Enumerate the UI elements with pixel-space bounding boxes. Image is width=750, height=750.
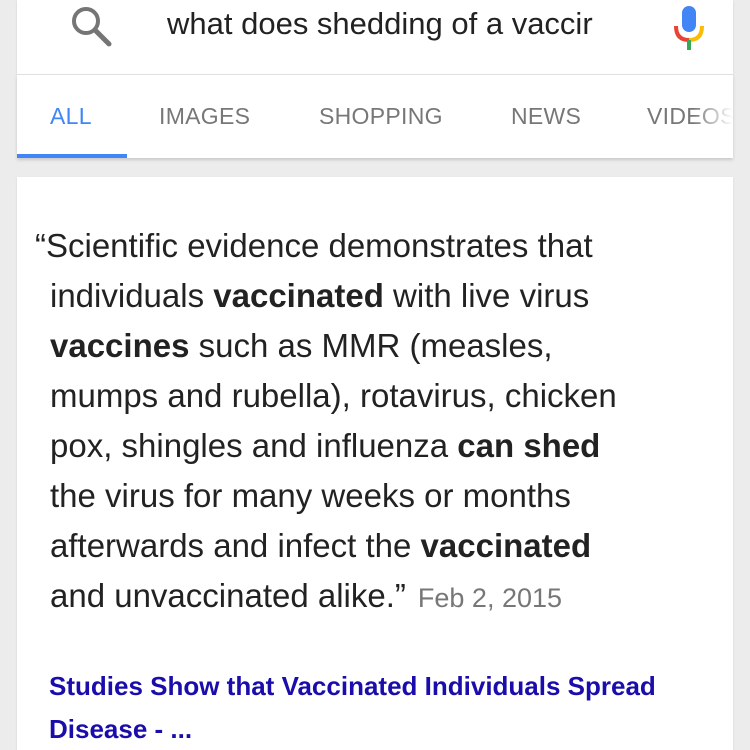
snippet-text: with live virus	[383, 277, 590, 314]
snippet-text: afterwards and infect the	[50, 527, 421, 564]
snippet-text: and unvaccinated alike.”	[50, 577, 406, 614]
search-input[interactable]: what does shedding of a vaccir	[167, 6, 627, 42]
tab-news[interactable]: NEWS	[511, 103, 581, 130]
search-icon[interactable]	[69, 4, 115, 50]
featured-snippet-card: “Scientific evidence demonstrates that in…	[17, 177, 733, 750]
snippet-text: individuals	[50, 277, 214, 314]
mic-icon[interactable]	[669, 2, 709, 54]
tab-all[interactable]: ALL	[50, 103, 92, 130]
search-bar[interactable]: what does shedding of a vaccir	[17, 0, 733, 74]
search-tabs: ALL IMAGES SHOPPING NEWS VIDEOS	[17, 74, 733, 158]
snippet-line: mumps and rubella), rotavirus, chicken	[35, 371, 715, 421]
tabs-fade-overlay	[693, 75, 733, 158]
result-title-line-2[interactable]: Disease - ...	[49, 708, 709, 750]
snippet-line: afterwards and infect the vaccinated	[35, 521, 715, 571]
snippet-text: the virus for many weeks or months	[50, 477, 571, 514]
snippet-line: the virus for many weeks or months	[35, 471, 715, 521]
result-title-link[interactable]: Studies Show that Vaccinated Individuals…	[49, 665, 709, 750]
snippet-line: and unvaccinated alike.” Feb 2, 2015	[35, 571, 715, 623]
tab-images[interactable]: IMAGES	[159, 103, 250, 130]
snippet-line: “Scientific evidence demonstrates that	[35, 221, 715, 271]
snippet-bold-text: vaccinated	[213, 277, 384, 314]
snippet-quote: “Scientific evidence demonstrates that in…	[35, 221, 715, 623]
snippet-date: Feb 2, 2015	[417, 583, 563, 613]
result-title-line-1[interactable]: Studies Show that Vaccinated Individuals…	[49, 665, 709, 708]
snippet-text: pox, shingles and influenza	[50, 427, 458, 464]
snippet-text: “Scientific evidence demonstrates that	[35, 227, 593, 264]
snippet-line: vaccines such as MMR (measles,	[35, 321, 715, 371]
active-tab-indicator	[17, 154, 127, 158]
snippet-line: individuals vaccinated with live virus	[35, 271, 715, 321]
snippet-bold-text: can shed	[457, 427, 601, 464]
snippet-bold-text: vaccinated	[420, 527, 592, 564]
tab-shopping[interactable]: SHOPPING	[319, 103, 443, 130]
snippet-line: pox, shingles and influenza can shed	[35, 421, 715, 471]
snippet-text: mumps and rubella), rotavirus, chicken	[50, 377, 617, 414]
snippet-text: such as MMR (measles,	[189, 327, 553, 364]
snippet-bold-text: vaccines	[50, 327, 190, 364]
